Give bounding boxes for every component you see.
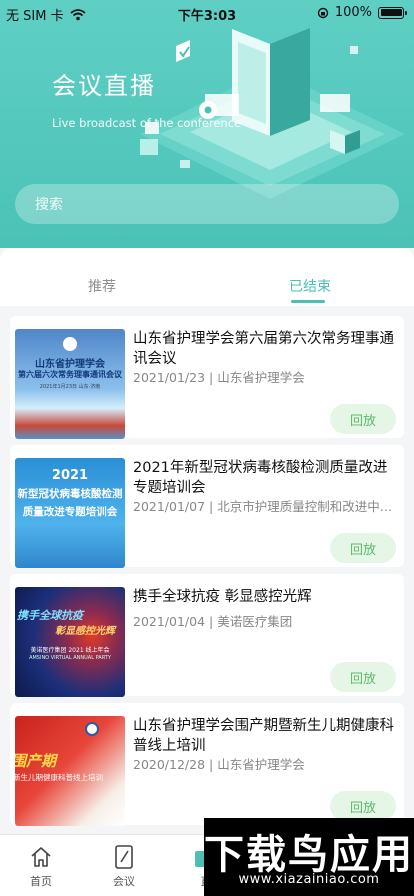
conference-card[interactable]: 山东省护理学会 第六届六次常务理事通讯会议 2021年1月23日 山东·济南 山… (10, 316, 404, 439)
hero-banner: 会议直播 Live broadcast of the conference 搜索 (0, 0, 414, 248)
conference-title: 2021年新型冠状病毒核酸检测质量改进专题培训会 (133, 460, 388, 496)
conference-meta: 2020/12/28 | 山东省护理学会 (133, 757, 305, 772)
watermark: 下载鸟应用 www.xiazainiao.com (204, 818, 414, 896)
conference-title: 携手全球抗疫 彰显感控光辉 (133, 589, 312, 605)
watermark-url: www.xiazainiao.com (238, 872, 380, 887)
tab-ended[interactable]: 已结束 (289, 276, 331, 296)
hero-subtitle: Live broadcast of the conference (52, 116, 242, 130)
battery-level (380, 9, 402, 16)
conference-card[interactable]: 围产期 新生儿期健康科普线上培训 山东省护理学会围产期暨新生儿期健康科普线上培训… (10, 703, 404, 826)
battery-icon (378, 6, 407, 19)
thumbnail-heading: 新型冠状病毒核酸检测 (17, 488, 123, 500)
edit-icon (94, 843, 154, 871)
thumbnail-logo (63, 337, 77, 351)
nav-home[interactable]: 首页 (11, 843, 71, 889)
conference-meta: 2021/01/07 | 北京市护理质量控制和改进中心、北... (133, 499, 395, 514)
conference-title: 山东省护理学会第六届第六次常务理事通讯会议 (133, 331, 394, 367)
thumbnail-date: 2021年1月23日 山东·济南 (39, 384, 101, 390)
nav-home-label: 首页 (30, 875, 52, 888)
replay-button[interactable]: 回放 (330, 533, 396, 563)
thumbnail-logo (85, 722, 99, 736)
conference-meta: 2021/01/23 | 山东省护理学会 (133, 370, 305, 385)
thumbnail-heading: 围产期 (15, 752, 57, 770)
nav-meeting[interactable]: 会议 (94, 843, 154, 889)
search-input[interactable]: 搜索 (15, 184, 399, 224)
conference-card[interactable]: 携手全球抗疫 彰显感控光辉 美诺医疗集团 2021 线上年会 AMSINO VI… (10, 574, 404, 697)
hero-title: 会议直播 (52, 72, 156, 100)
replay-button[interactable]: 回放 (330, 662, 396, 692)
replay-button[interactable]: 回放 (330, 404, 396, 434)
status-bar: 无 SIM 卡 下午3:03 100% (0, 0, 414, 26)
thumbnail-subheading: 质量改进专题培训会 (22, 506, 118, 518)
nav-meeting-label: 会议 (113, 875, 135, 888)
tab-bar: 推荐 已结束 (0, 248, 414, 306)
thumbnail-caption: 美诺医疗集团 2021 线上年会 (30, 647, 110, 654)
active-tab-indicator (291, 300, 325, 303)
tab-recommend[interactable]: 推荐 (88, 276, 116, 296)
thumbnail-heading: 携手全球抗疫 (17, 609, 83, 622)
thumbnail-heading: 山东省护理学会 (35, 359, 105, 370)
home-icon (11, 843, 71, 871)
conference-title: 山东省护理学会围产期暨新生儿期健康科普线上培训 (133, 718, 394, 754)
conference-thumbnail: 2021 新型冠状病毒核酸检测 质量改进专题培训会 (15, 458, 125, 568)
conference-card[interactable]: 2021 新型冠状病毒核酸检测 质量改进专题培训会 2021年新型冠状病毒核酸检… (10, 445, 404, 568)
conference-thumbnail: 围产期 新生儿期健康科普线上培训 (15, 716, 125, 826)
search-placeholder: 搜索 (35, 197, 63, 213)
thumbnail-caption-en: AMSINO VIRTUAL ANNUAL PARTY (29, 655, 111, 661)
conference-illustration (140, 28, 405, 199)
thumbnail-year: 2021 (51, 468, 89, 483)
battery-percent: 100% (334, 5, 372, 20)
conference-thumbnail: 携手全球抗疫 彰显感控光辉 美诺医疗集团 2021 线上年会 AMSINO VI… (15, 587, 125, 697)
thumbnail-subheading: 新生儿期健康科普线上培训 (15, 773, 103, 782)
thumbnail-subheading: 彰显感控光辉 (55, 626, 115, 637)
conference-thumbnail: 山东省护理学会 第六届六次常务理事通讯会议 2021年1月23日 山东·济南 (15, 329, 125, 439)
rotation-lock-icon (317, 7, 329, 18)
thumbnail-subheading: 第六届六次常务理事通讯会议 (18, 370, 122, 379)
conference-meta: 2021/01/04 | 美诺医疗集团 (133, 614, 293, 629)
replay-button[interactable]: 回放 (330, 791, 396, 821)
